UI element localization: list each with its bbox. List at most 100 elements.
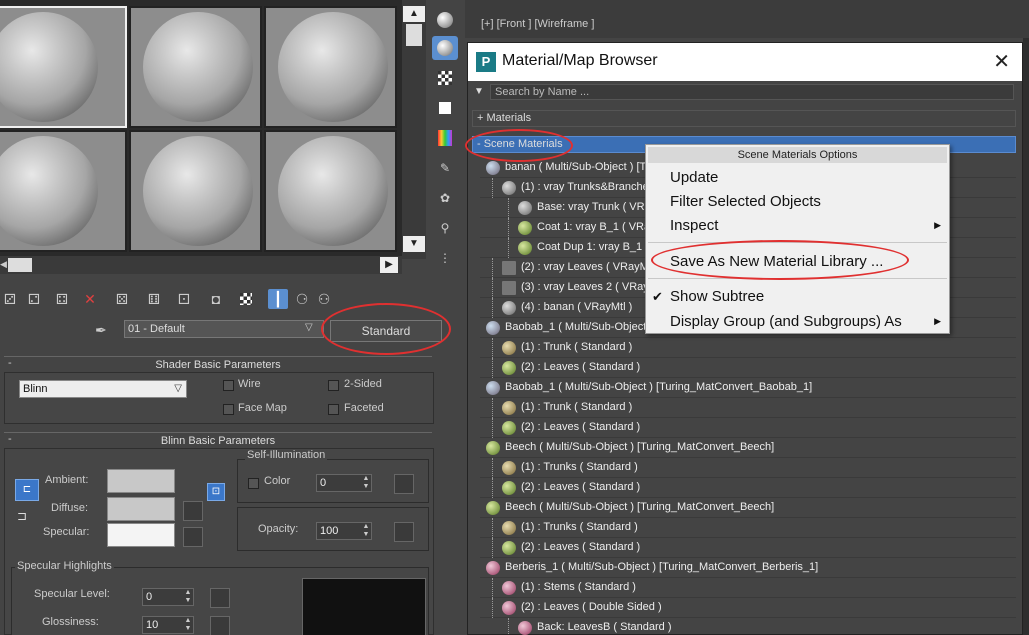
put-to-scene-icon[interactable]: ⚁ <box>24 289 44 309</box>
show-map-in-viewport-icon[interactable] <box>236 289 256 309</box>
chevron-down-icon[interactable]: ▽ <box>305 322 313 333</box>
close-icon[interactable]: ✕ <box>993 49 1010 74</box>
scroll-up-button[interactable]: ▲ <box>403 6 425 22</box>
tree-guide-line <box>492 598 493 618</box>
diffuse-swatch[interactable] <box>107 497 175 521</box>
slots-vertical-scrollbar[interactable]: ▲ ▼ <box>402 0 426 259</box>
tree-row[interactable]: (2) : Leaves ( Standard ) <box>480 538 1016 558</box>
tree-row[interactable]: (2) : Leaves ( Standard ) <box>480 418 1016 438</box>
tree-row[interactable]: Back: LeavesB ( Standard ) <box>480 618 1016 635</box>
tree-row[interactable]: Berberis_1 ( Multi/Sub-Object ) [Turing_… <box>480 558 1016 578</box>
sample-slot[interactable] <box>129 6 262 128</box>
opacity-spinner[interactable]: 100 ▲ ▼ <box>316 522 372 540</box>
lock-ambient-diffuse-icon[interactable]: ⊏ <box>15 479 39 501</box>
menu-item-show-subtree[interactable]: Show Subtree <box>670 288 764 305</box>
specular-swatch[interactable] <box>107 523 175 547</box>
tree-row[interactable]: (1) : Trunk ( Standard ) <box>480 398 1016 418</box>
put-to-library-icon[interactable]: ⚀ <box>174 289 194 309</box>
sample-slot[interactable] <box>264 130 397 252</box>
ambient-swatch[interactable] <box>107 469 175 493</box>
rollout-header-blinn[interactable]: - Blinn Basic Parameters <box>4 432 432 448</box>
go-forward-sibling-icon[interactable]: ⚇ <box>314 289 334 309</box>
tree-row[interactable]: (1) : Trunk ( Standard ) <box>480 338 1016 358</box>
go-to-parent-icon[interactable]: ⚆ <box>292 289 312 309</box>
menu-item-update[interactable]: Update <box>670 169 718 186</box>
shader-dropdown[interactable]: Blinn ▽ <box>19 380 187 398</box>
tree-guide-line <box>492 358 493 378</box>
material-name-input[interactable]: 01 - Default <box>124 320 324 338</box>
faceted-checkbox[interactable] <box>328 404 339 415</box>
tree-row[interactable]: (2) : Leaves ( Double Sided ) <box>480 598 1016 618</box>
scroll-right-button[interactable]: ▶ <box>380 257 398 273</box>
background-icon[interactable] <box>432 66 458 90</box>
spec-level-map-button[interactable] <box>210 588 230 608</box>
options-icon[interactable]: ✿ <box>432 186 458 210</box>
face-map-checkbox[interactable] <box>223 404 234 415</box>
self-illum-color-checkbox[interactable] <box>248 478 259 489</box>
spinner-arrows-icon[interactable]: ▲ ▼ <box>361 475 371 491</box>
self-illum-map-button[interactable] <box>394 474 414 494</box>
filter-icon[interactable]: ▼ <box>474 86 484 97</box>
lock-diffuse-specular-icon[interactable]: ⊐ <box>17 509 37 531</box>
tree-row[interactable]: (1) : Trunks ( Standard ) <box>480 518 1016 538</box>
scroll-down-button[interactable]: ▼ <box>403 236 425 252</box>
assign-to-selection-icon[interactable]: ⚃ <box>52 289 72 309</box>
sample-slot[interactable] <box>0 130 127 252</box>
material-ball-icon <box>502 581 516 595</box>
two-sided-checkbox[interactable] <box>328 380 339 391</box>
material-sphere <box>0 136 98 246</box>
glossiness-spinner[interactable]: 10 ▲ ▼ <box>142 616 194 634</box>
diffuse-map-button[interactable] <box>183 501 203 521</box>
show-end-result-icon[interactable]: ┃ <box>268 289 288 309</box>
uv-tiling-icon[interactable] <box>432 96 458 120</box>
scroll-thumb[interactable] <box>406 24 422 46</box>
checker-icon <box>240 293 252 305</box>
tree-guide-line <box>492 398 493 418</box>
menu-item-filter-selected[interactable]: Filter Selected Objects <box>670 193 821 210</box>
eyedropper-icon[interactable]: ✒ <box>95 322 107 339</box>
make-preview-icon[interactable]: ✎ <box>432 156 458 180</box>
tree-row[interactable]: (1) : Stems ( Standard ) <box>480 578 1016 598</box>
opacity-map-button[interactable] <box>394 522 414 542</box>
make-unique-icon[interactable]: ⚅ <box>144 289 164 309</box>
tree-row[interactable]: Beech ( Multi/Sub-Object ) [Turing_MatCo… <box>480 438 1016 458</box>
select-by-material-icon[interactable]: ⚲ <box>432 216 458 240</box>
self-illum-spinner[interactable]: 0 ▲ ▼ <box>316 474 372 492</box>
backlight-icon[interactable] <box>432 36 458 60</box>
menu-item-inspect[interactable]: Inspect <box>670 217 718 234</box>
tree-guide-line <box>492 478 493 498</box>
sample-slot[interactable] <box>129 130 262 252</box>
search-input[interactable]: Search by Name ... <box>490 84 1014 100</box>
sample-type-icon[interactable] <box>432 8 458 32</box>
wire-checkbox[interactable] <box>223 380 234 391</box>
material-navigator-icon[interactable]: ⋮ <box>432 246 458 270</box>
glossiness-map-button[interactable] <box>210 616 230 635</box>
copy-material-icon[interactable]: ⚄ <box>112 289 132 309</box>
tree-row[interactable]: (1) : Trunks ( Standard ) <box>480 458 1016 478</box>
tree-row[interactable]: (2) : Leaves ( Standard ) <box>480 478 1016 498</box>
sample-slot[interactable] <box>264 6 397 128</box>
menu-item-display-group[interactable]: Display Group (and Subgroups) As <box>670 313 902 330</box>
tree-row[interactable]: Baobab_1 ( Multi/Sub-Object ) [Turing_Ma… <box>480 378 1016 398</box>
spinner-arrows-icon[interactable]: ▲ ▼ <box>361 523 371 539</box>
lock-icon[interactable]: ⊡ <box>207 483 225 501</box>
rollout-header-shader[interactable]: - Shader Basic Parameters <box>4 356 432 372</box>
get-material-icon[interactable]: ⚂ <box>0 289 20 309</box>
scroll-left-button[interactable]: ◀ <box>0 259 14 275</box>
sample-slot[interactable] <box>0 6 127 128</box>
tree-row[interactable]: (2) : Leaves ( Standard ) <box>480 358 1016 378</box>
specular-map-button[interactable] <box>183 527 203 547</box>
material-id-channel-icon[interactable]: ◘ <box>206 289 226 309</box>
tree-row-label: (2) : Leaves ( Standard ) <box>521 361 641 373</box>
category-materials[interactable]: + Materials <box>472 110 1016 127</box>
slots-horizontal-scrollbar[interactable]: ▶ <box>0 256 402 274</box>
opacity-label: Opacity: <box>258 523 299 535</box>
spec-highlights-title: Specular Highlights <box>15 560 114 572</box>
reset-icon[interactable]: ✕ <box>80 289 100 309</box>
tree-row[interactable]: Beech ( Multi/Sub-Object ) [Turing_MatCo… <box>480 498 1016 518</box>
viewport-label[interactable]: [+] [Front ] [Wireframe ] <box>481 18 594 30</box>
spec-level-spinner[interactable]: 0 ▲ ▼ <box>142 588 194 606</box>
spinner-arrows-icon[interactable]: ▲ ▼ <box>183 589 193 605</box>
video-color-check-icon[interactable] <box>432 126 458 150</box>
spinner-arrows-icon[interactable]: ▲ ▼ <box>183 617 193 633</box>
